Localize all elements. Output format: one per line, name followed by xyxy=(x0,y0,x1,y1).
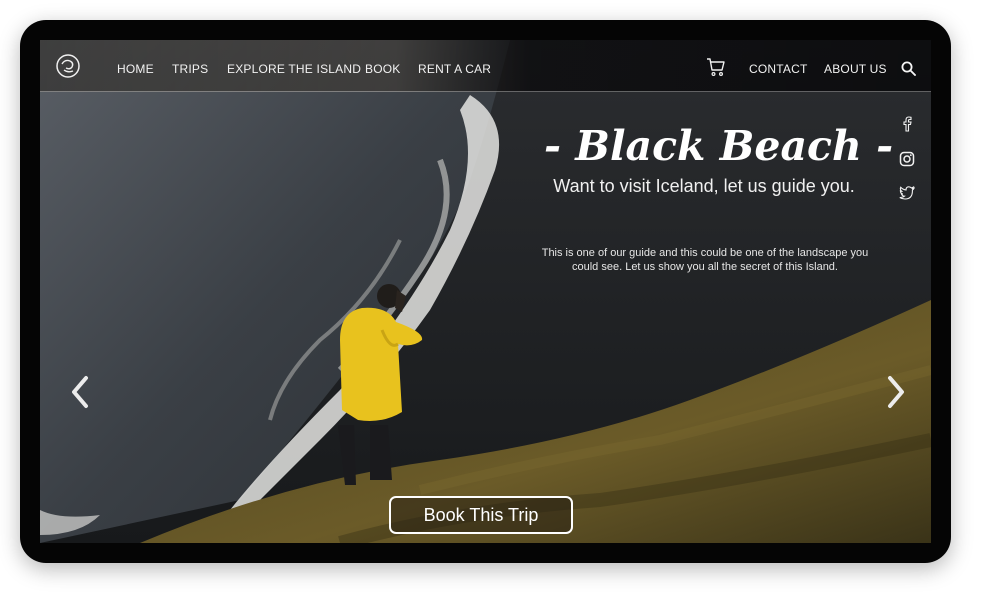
book-this-trip-button[interactable]: Book This Trip xyxy=(389,496,573,534)
twitter-icon[interactable] xyxy=(899,185,915,201)
browser-screen: HOME TRIPS EXPLORE THE ISLAND BOOK RENT … xyxy=(40,40,931,543)
nav-link-book[interactable]: BOOK xyxy=(365,62,400,76)
instagram-icon[interactable] xyxy=(899,151,915,167)
search-icon[interactable] xyxy=(901,61,916,76)
facebook-icon[interactable] xyxy=(899,116,915,132)
hero-description: This is one of our guide and this could … xyxy=(541,247,869,273)
nav-link-trips[interactable]: TRIPS xyxy=(172,62,208,76)
nav-link-rent-a-car[interactable]: RENT A CAR xyxy=(418,62,491,76)
chevron-right-icon[interactable] xyxy=(884,374,908,410)
nav-link-explore[interactable]: EXPLORE THE ISLAND xyxy=(227,62,361,76)
hero-background-image xyxy=(40,40,931,543)
iceland-spiral-logo-icon[interactable] xyxy=(55,53,81,79)
top-navigation-bar: HOME TRIPS EXPLORE THE ISLAND BOOK RENT … xyxy=(40,40,931,92)
device-frame: HOME TRIPS EXPLORE THE ISLAND BOOK RENT … xyxy=(20,20,951,563)
nav-link-home[interactable]: HOME xyxy=(117,62,154,76)
cart-icon[interactable] xyxy=(706,57,726,77)
nav-link-contact[interactable]: CONTACT xyxy=(749,62,808,76)
hero-title: - Black Beach - xyxy=(544,122,894,170)
hero-subtitle: Want to visit Iceland, let us guide you. xyxy=(553,176,855,196)
chevron-left-icon[interactable] xyxy=(68,374,92,410)
nav-link-about-us[interactable]: ABOUT US xyxy=(824,62,887,76)
